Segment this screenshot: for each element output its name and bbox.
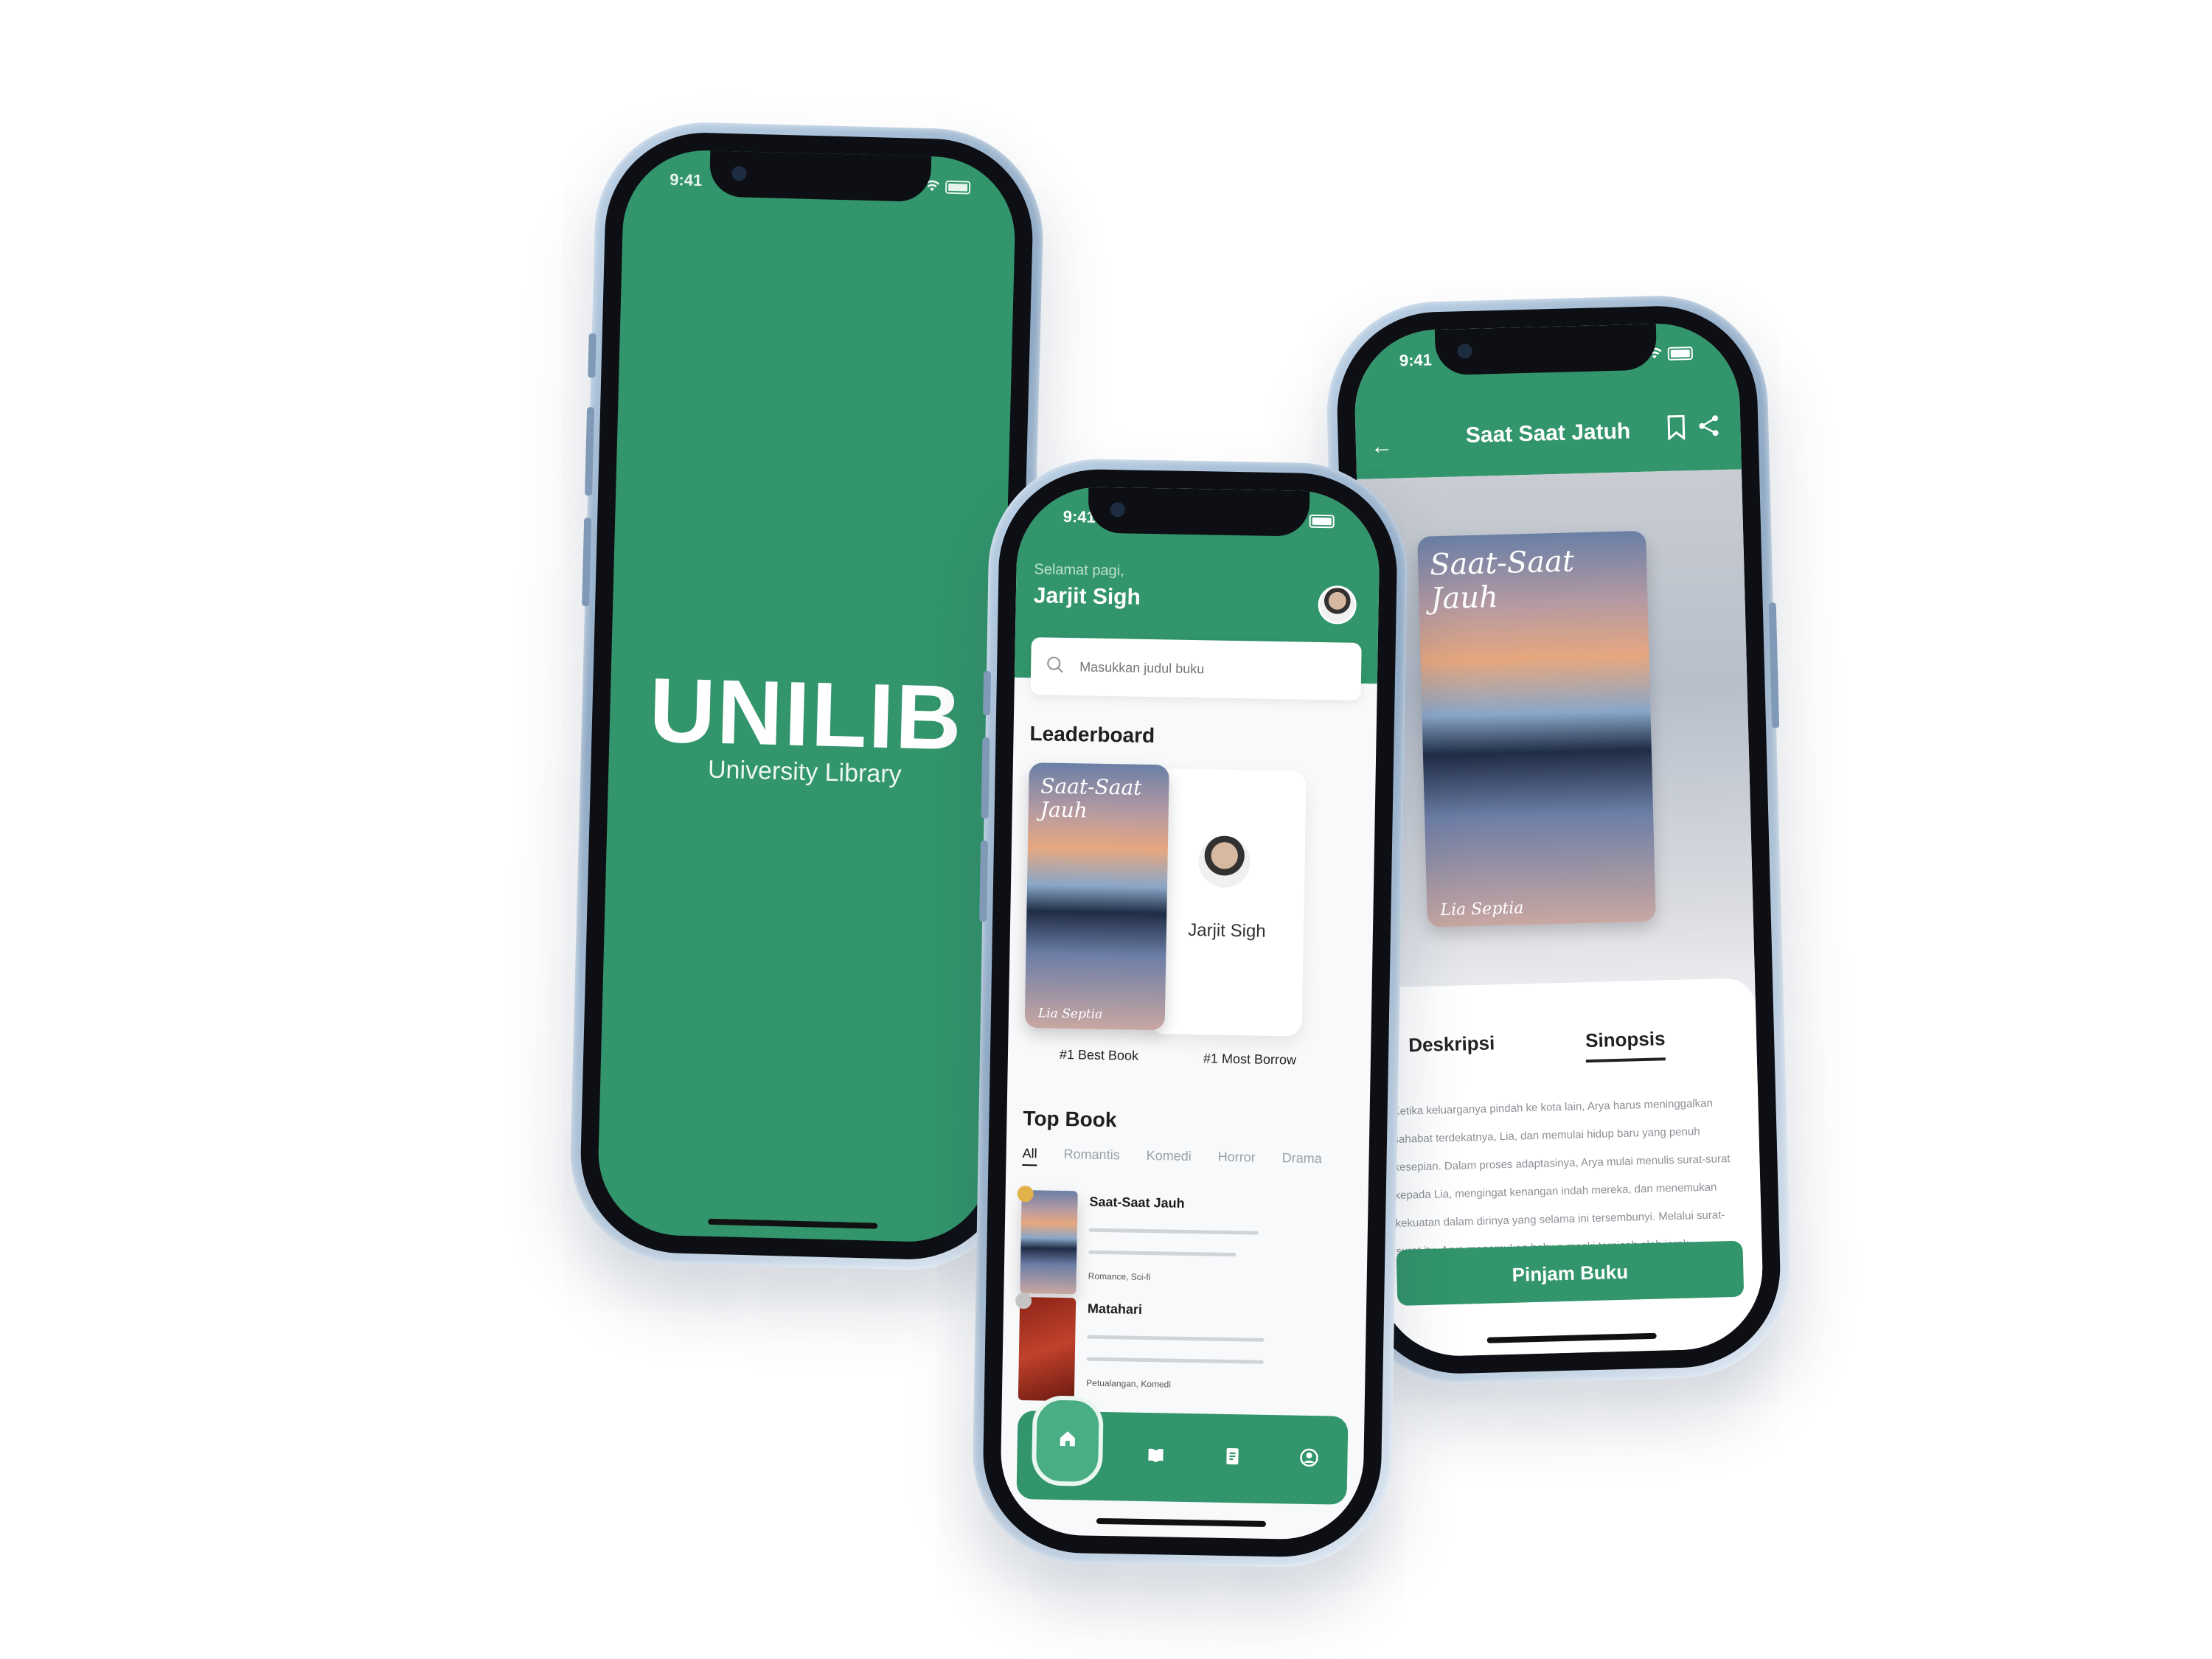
book-thumbnail: [1018, 1297, 1077, 1402]
best-book-cover[interactable]: Saat-Saat Jauh Lia Septia: [1024, 762, 1169, 1031]
mute-switch: [983, 671, 992, 716]
cover-author: Lia Septia: [1037, 1006, 1103, 1022]
top-book-title: Top Book: [1023, 1107, 1117, 1132]
battery-icon: [1667, 347, 1694, 361]
status-time: 9:41: [1399, 350, 1433, 370]
notch: [1434, 324, 1658, 376]
nav-home[interactable]: [1031, 1395, 1104, 1487]
nav-library[interactable]: [1132, 1433, 1180, 1481]
phone-splash: 9:41 UNILIB University Library: [567, 119, 1046, 1273]
document-icon: [1224, 1446, 1241, 1470]
tab-komedi[interactable]: Komedi: [1146, 1148, 1191, 1169]
bookmark-icon[interactable]: [1666, 414, 1686, 446]
cover-title: Saat-Saat Jauh: [1429, 544, 1575, 616]
most-borrow-avatar: [1197, 835, 1251, 888]
power-button: [1768, 602, 1780, 728]
battery-icon: [945, 180, 971, 195]
home-icon: [1058, 1428, 1078, 1453]
user-name: Jarjit Sigh: [1033, 583, 1141, 610]
borrow-button[interactable]: Pinjam Buku: [1396, 1240, 1745, 1306]
volume-up-button: [585, 407, 595, 496]
phone-bezel: 9:41 UNILIB University Library: [578, 130, 1035, 1262]
book-cover-large: Saat-Saat Jauh Lia Septia: [1417, 530, 1656, 928]
home-indicator[interactable]: [1096, 1517, 1266, 1527]
best-book-label: #1 Best Book: [1059, 1046, 1139, 1063]
phone-home: 9:41 Selamat pagi, Jarjit Sigh Leaderbo: [970, 457, 1410, 1569]
book-genre: Petualangan, Komedi: [1086, 1377, 1172, 1390]
tab-horror[interactable]: Horror: [1217, 1150, 1256, 1170]
category-tabs: All Romantis Komedi Horror Drama: [1022, 1146, 1322, 1171]
tab-sinopsis[interactable]: Sinopsis: [1585, 1027, 1666, 1063]
most-borrow-label: #1 Most Borrow: [1203, 1051, 1297, 1068]
greeting-text: Selamat pagi,: [1034, 561, 1124, 580]
book-title: Matahari: [1087, 1301, 1143, 1317]
most-borrow-name: Jarjit Sigh: [1188, 919, 1266, 942]
cover-author: Lia Septia: [1440, 899, 1524, 920]
book-icon: [1146, 1445, 1166, 1470]
cover-title: Saat-Saat Jauh: [1040, 773, 1142, 823]
leaderboard-title: Leaderboard: [1029, 722, 1155, 748]
home-indicator[interactable]: [708, 1218, 878, 1229]
tab-deskripsi[interactable]: Deskripsi: [1408, 1032, 1495, 1057]
tab-romantis[interactable]: Romantis: [1063, 1147, 1119, 1167]
phone-bezel: 9:41 Selamat pagi, Jarjit Sigh Leaderbo: [981, 467, 1399, 1559]
profile-icon: [1299, 1447, 1319, 1472]
mute-switch: [588, 333, 597, 378]
splash-screen: 9:41 UNILIB University Library: [596, 148, 1018, 1244]
volume-down-button: [979, 841, 989, 922]
bottom-nav: [1016, 1395, 1349, 1505]
synopsis-text: Ketika keluarganya pindah ke kota lain, …: [1392, 1096, 1731, 1258]
most-borrow-card[interactable]: Jarjit Sigh: [1148, 768, 1307, 1037]
book-thumbnail: [1020, 1190, 1078, 1295]
notch: [709, 150, 932, 203]
volume-up-button: [981, 737, 990, 819]
share-icon[interactable]: [1697, 414, 1720, 445]
battery-icon: [1309, 514, 1335, 529]
status-time: 9:41: [669, 170, 703, 190]
list-item[interactable]: Matahari Petualangan, Komedi: [1015, 1292, 1322, 1405]
detail-sheet: Deskripsi Sinopsis Ketika keluarganya pi…: [1370, 978, 1765, 1358]
search-input[interactable]: [1077, 658, 1303, 680]
volume-down-button: [582, 518, 592, 607]
list-item[interactable]: Saat-Saat Jauh Romance, Sci-fi: [1017, 1185, 1324, 1298]
notch: [1088, 487, 1310, 537]
nav-profile[interactable]: [1285, 1436, 1333, 1484]
tab-all[interactable]: All: [1022, 1146, 1037, 1166]
detail-screen: 9:41 ← Saat Saat Jatuh Saat-Saat Jauh Li…: [1352, 321, 1765, 1358]
nav-documents[interactable]: [1208, 1435, 1256, 1483]
home-screen: 9:41 Selamat pagi, Jarjit Sigh Leaderbo: [999, 485, 1381, 1541]
book-genre: Romance, Sci-fi: [1088, 1270, 1151, 1283]
search-bar[interactable]: [1030, 637, 1362, 700]
tab-drama[interactable]: Drama: [1281, 1150, 1322, 1171]
book-title: Saat-Saat Jauh: [1089, 1194, 1185, 1211]
search-icon: [1046, 655, 1065, 678]
